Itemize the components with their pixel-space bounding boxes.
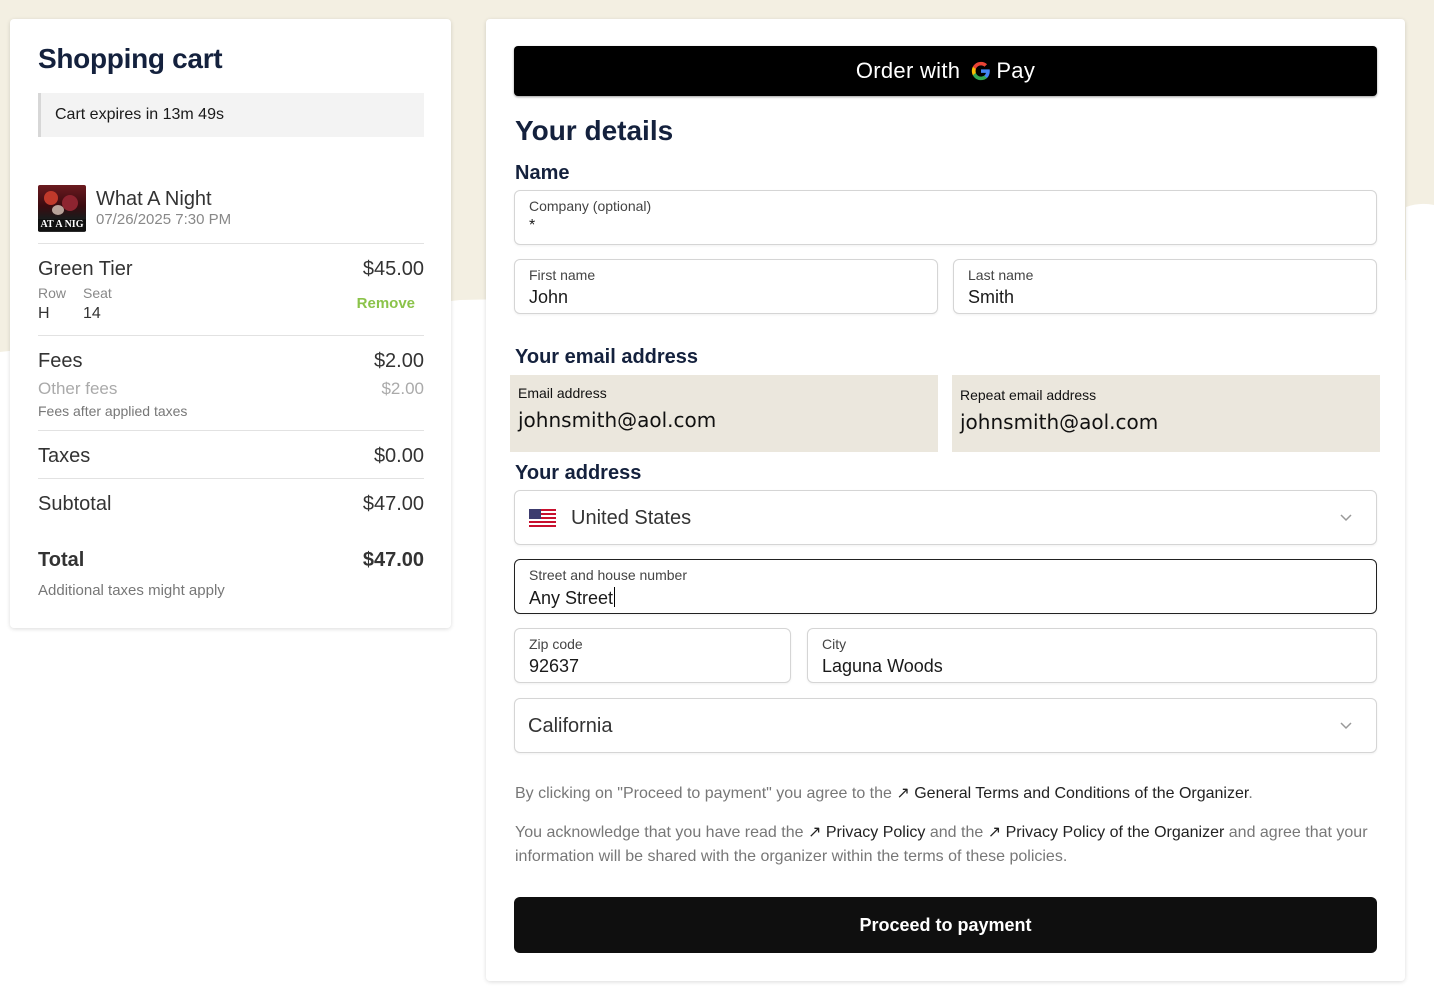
divider [38, 478, 424, 479]
external-link-icon: ↗ [807, 824, 822, 841]
chevron-down-icon [1340, 514, 1352, 522]
text-cursor [614, 587, 616, 607]
divider [38, 430, 424, 431]
terms-notice: By clicking on "Proceed to payment" you … [515, 785, 1253, 802]
email-field[interactable]: Email address johnsmith@aol.com [510, 375, 938, 452]
cart-title: Shopping cart [38, 43, 223, 74]
us-flag-icon [529, 509, 556, 527]
zip-code-field[interactable]: Zip code 92637 [514, 628, 791, 683]
event-thumbnail-text: AT A NIG [38, 219, 86, 231]
street-label: Street and house number [529, 567, 687, 583]
street-field[interactable]: Street and house number Any Street [514, 559, 1377, 614]
fees-amount: $2.00 [373, 350, 424, 372]
fees-label: Fees [38, 350, 83, 372]
city-field[interactable]: City Laguna Woods [807, 628, 1377, 683]
repeat-email-value: johnsmith@aol.com [960, 410, 1159, 434]
first-name-field[interactable]: First name John [514, 259, 938, 314]
shopping-cart-panel: Shopping cart Cart expires in 13m 49s AT… [10, 19, 451, 628]
total-amount: $47.00 [362, 549, 424, 571]
total-label: Total [38, 549, 85, 571]
gpay-brand: Pay [996, 58, 1036, 83]
last-name-label: Last name [968, 267, 1034, 283]
remove-ticket-button[interactable]: Remove [357, 295, 415, 312]
external-link-icon: ↗ [896, 785, 910, 802]
event-name: What A Night [96, 188, 212, 210]
first-name-label: First name [529, 267, 596, 283]
first-name-value: John [529, 287, 569, 307]
row-value: H [38, 305, 50, 322]
privacy-policy-link[interactable]: ↗ Privacy Policy [808, 824, 925, 841]
state-select[interactable]: California [514, 698, 1377, 753]
ticket-price: $45.00 [362, 258, 424, 280]
seat-label: Seat [83, 285, 112, 301]
company-value: * [529, 217, 536, 234]
repeat-email-field[interactable]: Repeat email address johnsmith@aol.com [952, 375, 1380, 452]
gpay-prefix: Order with [855, 58, 961, 83]
name-section-title: Name [515, 162, 570, 184]
taxes-label: Taxes [38, 445, 91, 467]
street-value: Any Street [529, 587, 616, 608]
city-label: City [822, 636, 847, 652]
last-name-value: Smith [968, 287, 1015, 307]
event-thumbnail: AT A NIG [38, 185, 86, 232]
details-title: Your details [515, 115, 674, 146]
repeat-email-label: Repeat email address [960, 387, 1097, 403]
email-value: johnsmith@aol.com [518, 408, 717, 432]
other-fees-label: Other fees [38, 379, 118, 398]
other-fees-amount: $2.00 [381, 379, 424, 398]
subtotal-label: Subtotal [38, 493, 112, 515]
divider [38, 335, 424, 336]
organizer-privacy-policy-link[interactable]: ↗ Privacy Policy of the Organizer [988, 824, 1225, 841]
fees-note: Fees after applied taxes [38, 403, 188, 419]
ticket-tier: Green Tier [38, 258, 133, 280]
subtotal-amount: $47.00 [362, 493, 424, 515]
checkout-details-panel: Order with Pay Your details Name Company… [486, 19, 1405, 981]
country-value: United States [571, 507, 692, 529]
company-label: Company (optional) [529, 198, 652, 214]
address-section-title: Your address [515, 462, 642, 484]
seat-value: 14 [83, 305, 101, 322]
last-name-field[interactable]: Last name Smith [953, 259, 1377, 314]
proceed-to-payment-button[interactable]: Proceed to payment [514, 897, 1377, 953]
privacy-notice: You acknowledge that you have read the ↗… [515, 824, 1368, 865]
state-value: California [528, 715, 613, 737]
row-label: Row [38, 285, 67, 301]
cart-expiry-banner: Cart expires in 13m 49s [38, 93, 424, 137]
google-g-icon [972, 61, 991, 81]
email-section-title: Your email address [515, 346, 699, 368]
event-datetime: 07/26/2025 7:30 PM [96, 211, 232, 228]
country-select[interactable]: United States [514, 490, 1377, 545]
external-link-icon: ↗ [987, 824, 1002, 841]
city-value: Laguna Woods [822, 656, 943, 676]
zip-code-label: Zip code [529, 636, 583, 652]
taxes-amount: $0.00 [373, 445, 424, 467]
divider [38, 243, 424, 244]
email-label: Email address [518, 385, 607, 401]
zip-code-value: 92637 [529, 656, 580, 676]
chevron-down-icon [1340, 722, 1352, 730]
additional-taxes-note: Additional taxes might apply [38, 582, 225, 599]
google-pay-button[interactable]: Order with Pay [514, 46, 1377, 96]
company-field[interactable]: Company (optional) * [514, 190, 1377, 245]
terms-link[interactable]: ↗ General Terms and Conditions of the Or… [896, 785, 1248, 802]
